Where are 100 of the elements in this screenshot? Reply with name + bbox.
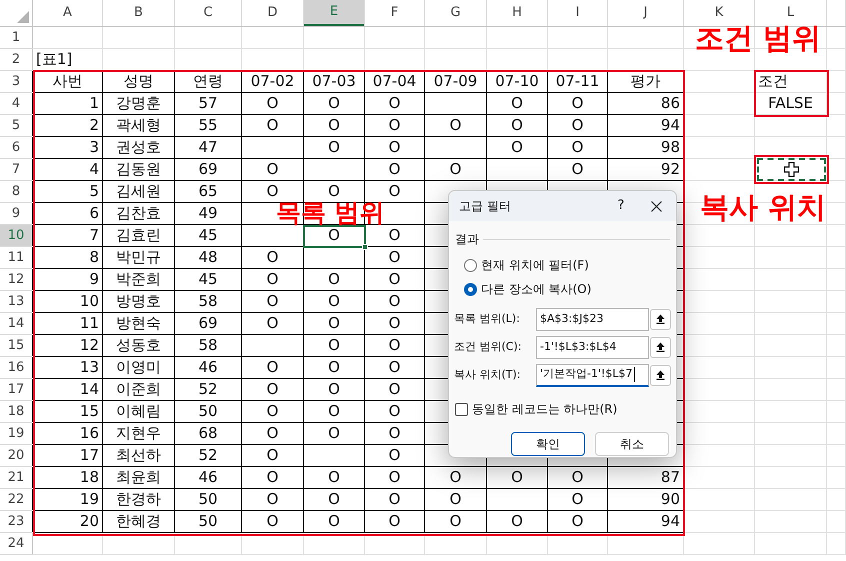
- column-header[interactable]: A: [33, 0, 102, 26]
- table-cell: O: [572, 162, 584, 177]
- table-cell: 곽세형: [116, 118, 161, 133]
- row-header[interactable]: 5: [0, 115, 32, 136]
- collapse-button[interactable]: [650, 336, 671, 358]
- table-title: [표1]: [36, 52, 72, 67]
- column-header[interactable]: H: [487, 0, 547, 26]
- dialog-button[interactable]: 확인: [511, 432, 585, 456]
- column-header[interactable]: I: [548, 0, 607, 26]
- table-cell: O: [388, 338, 400, 353]
- table-cell: 박민규: [116, 250, 161, 265]
- row-header[interactable]: 11: [0, 247, 32, 268]
- column-header[interactable]: D: [242, 0, 303, 26]
- row-header[interactable]: 2: [0, 49, 32, 70]
- column-heading: 07-11: [556, 74, 600, 89]
- column-header[interactable]: J: [608, 0, 683, 26]
- table-cell: O: [388, 470, 400, 485]
- row-header[interactable]: 15: [0, 335, 32, 356]
- range-field[interactable]: -1'!$L$3:$L$4: [536, 336, 649, 358]
- row-header[interactable]: 10: [0, 225, 32, 246]
- row-header[interactable]: 14: [0, 313, 32, 334]
- table-cell: 52: [198, 448, 218, 463]
- row-header[interactable]: 17: [0, 379, 32, 400]
- column-header[interactable]: F: [365, 0, 424, 26]
- row-header[interactable]: 1: [0, 27, 32, 48]
- row-header[interactable]: 4: [0, 93, 32, 114]
- column-heading: 07-02: [250, 74, 294, 89]
- help-button[interactable]: ?: [606, 196, 636, 216]
- row-header[interactable]: 24: [0, 533, 32, 554]
- column-heading: 연령: [193, 74, 223, 89]
- table-cell: 48: [198, 250, 218, 265]
- radio-option[interactable]: 다른 장소에 복사(O): [464, 280, 676, 298]
- column-heading: 07-10: [495, 74, 539, 89]
- criteria-heading: 조건: [758, 74, 788, 89]
- row-header[interactable]: 9: [0, 203, 32, 224]
- table-cell: 강명훈: [116, 96, 161, 111]
- table-cell: O: [450, 470, 462, 485]
- row-header[interactable]: 21: [0, 467, 32, 488]
- table-cell: 방명호: [116, 294, 161, 309]
- table-cell: O: [266, 448, 278, 463]
- column-header[interactable]: G: [425, 0, 486, 26]
- row-header[interactable]: 12: [0, 269, 32, 290]
- table-cell: O: [388, 228, 400, 243]
- row-header[interactable]: 6: [0, 137, 32, 158]
- table-cell: 50: [198, 514, 218, 529]
- table-cell: 권성호: [116, 140, 161, 155]
- range-field[interactable]: $A$3:$J$23: [536, 308, 649, 330]
- table-cell: 68: [198, 426, 218, 441]
- range-field[interactable]: '기본작업-1'!$L$7: [536, 364, 649, 386]
- radio-button[interactable]: [464, 258, 477, 272]
- column-header[interactable]: L: [755, 0, 826, 26]
- column-header[interactable]: C: [175, 0, 241, 26]
- column-header[interactable]: K: [684, 0, 754, 26]
- radio-button[interactable]: [464, 282, 477, 296]
- table-cell: O: [388, 96, 400, 111]
- column-header[interactable]: B: [103, 0, 174, 26]
- collapse-button[interactable]: [650, 308, 671, 330]
- table-cell: O: [266, 96, 278, 111]
- table-cell: O: [266, 404, 278, 419]
- table-cell: O: [266, 272, 278, 287]
- table-cell: O: [328, 360, 340, 375]
- dialog-button[interactable]: 취소: [595, 432, 669, 456]
- table-cell: O: [388, 360, 400, 375]
- table-cell: O: [388, 448, 400, 463]
- table-cell: 90: [660, 492, 680, 507]
- table-cell: O: [328, 118, 340, 133]
- table-cell: O: [388, 162, 400, 177]
- table-cell: O: [572, 118, 584, 133]
- table-cell: 86: [660, 96, 680, 111]
- table-cell: 4: [89, 162, 99, 177]
- row-header[interactable]: 8: [0, 181, 32, 202]
- table-cell: 69: [198, 162, 218, 177]
- cross-cursor-icon: [784, 162, 799, 177]
- annotation-label: 복사 위치: [700, 193, 826, 222]
- row-header[interactable]: 16: [0, 357, 32, 378]
- table-cell: O: [388, 514, 400, 529]
- row-header[interactable]: 18: [0, 401, 32, 422]
- checkbox[interactable]: [455, 402, 468, 416]
- table-cell: 18: [80, 470, 99, 485]
- row-header[interactable]: 3: [0, 71, 32, 92]
- table-cell: O: [388, 404, 400, 419]
- table-cell: 58: [198, 338, 218, 353]
- row-header[interactable]: 7: [0, 159, 32, 180]
- column-heading: 성명: [124, 74, 154, 89]
- table-cell: O: [450, 162, 462, 177]
- unique-records-option[interactable]: 동일한 레코드는 하나만(R): [449, 400, 676, 418]
- table-cell: O: [388, 118, 400, 133]
- row-header[interactable]: 23: [0, 511, 32, 532]
- table-cell: 이혜림: [116, 404, 161, 419]
- radio-option[interactable]: 현재 위치에 필터(F): [464, 256, 676, 274]
- column-header[interactable]: E: [304, 0, 364, 26]
- row-header[interactable]: 20: [0, 445, 32, 466]
- collapse-button[interactable]: [650, 364, 671, 386]
- table-cell: 7: [89, 228, 99, 243]
- active-cell[interactable]: [303, 225, 366, 248]
- row-header[interactable]: 22: [0, 489, 32, 510]
- row-header[interactable]: 19: [0, 423, 32, 444]
- annotation-label: 조건 범위: [695, 24, 822, 53]
- upload-arrow-icon: [656, 370, 665, 380]
- row-header[interactable]: 13: [0, 291, 32, 312]
